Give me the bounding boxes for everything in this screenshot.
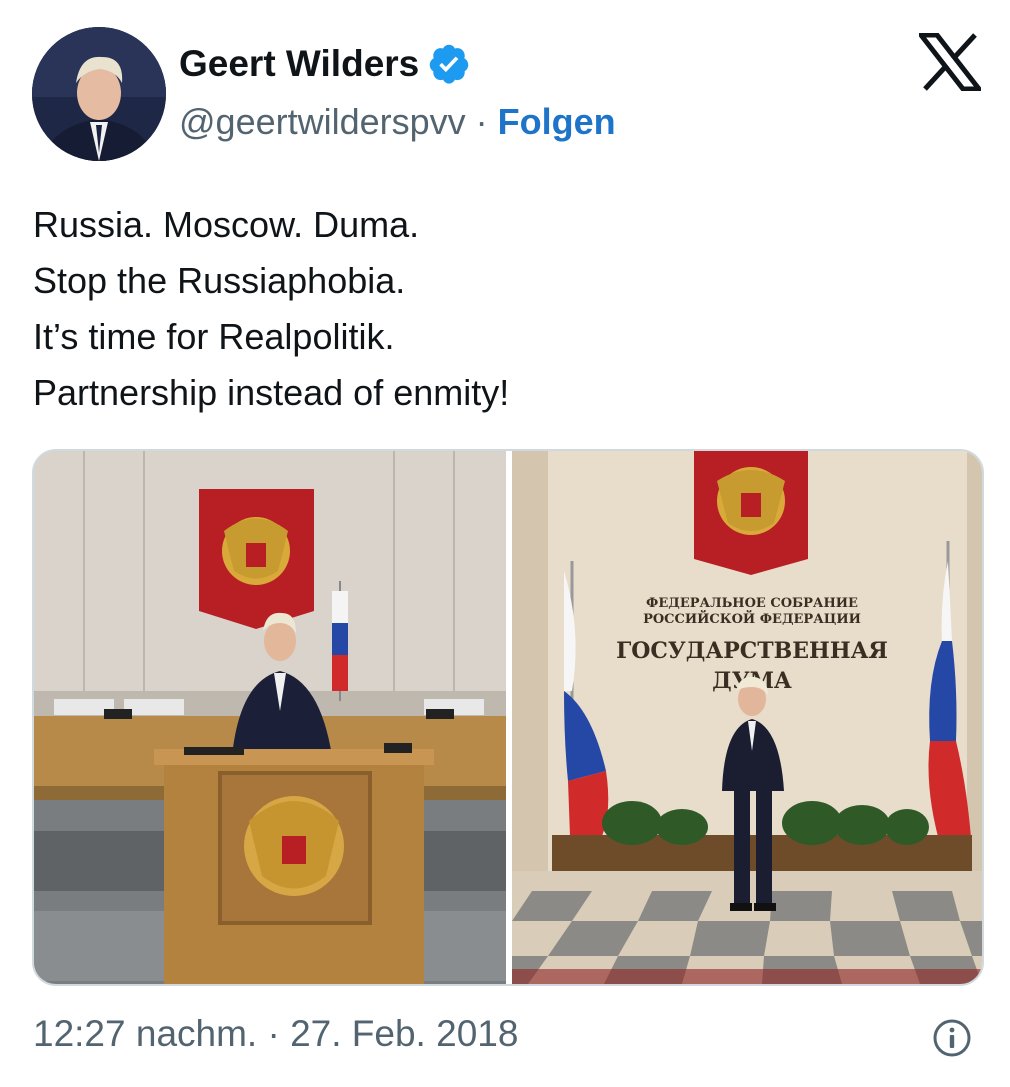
tweet-line: Partnership instead of enmity! (33, 372, 510, 413)
photo-duma-wall-image: ФЕДЕРАЛЬНОЕ СОБРАНИЕ РОССИЙСКОЙ ФЕДЕРАЦИ… (512, 451, 982, 984)
info-icon[interactable] (932, 1018, 972, 1058)
tweet-line: It’s time for Realpolitik. (33, 316, 395, 357)
tweet-line: Stop the Russiaphobia. (33, 260, 406, 301)
x-logo-icon[interactable] (919, 33, 981, 91)
handle-row: @geertwilderspvv · Folgen (179, 101, 616, 143)
photo-duma-podium[interactable] (34, 451, 506, 984)
media-grid: ФЕДЕРАЛЬНОЕ СОБРАНИЕ РОССИЙСКОЙ ФЕДЕРАЦИ… (32, 449, 984, 986)
photo-duma-podium-image (34, 451, 506, 984)
verified-badge-icon (430, 44, 469, 84)
avatar-photo (32, 27, 166, 161)
avatar[interactable] (32, 27, 166, 161)
author-name[interactable]: Geert Wilders (179, 43, 419, 85)
author-name-row[interactable]: Geert Wilders (179, 42, 471, 86)
sign-line-2: РОССИЙСКОЙ ФЕДЕРАЦИИ (643, 610, 861, 627)
author-handle[interactable]: @geertwilderspvv (179, 101, 466, 143)
tweet-timestamp[interactable]: 12:27 nachm. · 27. Feb. 2018 (33, 1013, 518, 1055)
tweet-line: Russia. Moscow. Duma. (33, 204, 420, 245)
sign-line-1: ФЕДЕРАЛЬНОЕ СОБРАНИЕ (646, 596, 858, 611)
photo-duma-wall[interactable]: ФЕДЕРАЛЬНОЕ СОБРАНИЕ РОССИЙСКОЙ ФЕДЕРАЦИ… (512, 451, 982, 984)
separator-dot: · (475, 101, 488, 142)
follow-button[interactable]: Folgen (498, 101, 616, 143)
tweet-text: Russia. Moscow. Duma. Stop the Russiapho… (33, 197, 509, 421)
sign-line-3: ГОСУДАРСТВЕННАЯ (616, 638, 888, 664)
